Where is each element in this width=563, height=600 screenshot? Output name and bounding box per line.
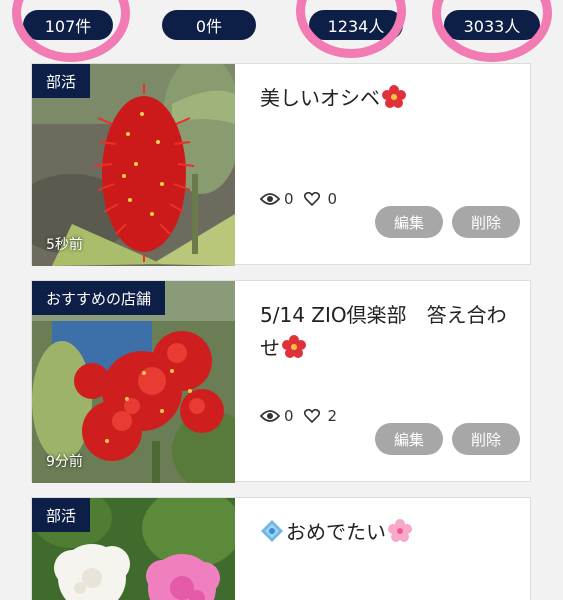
post-stats: 0 0 xyxy=(259,190,338,208)
category-tag: おすすめの店舗 xyxy=(32,281,166,315)
heart-icon[interactable] xyxy=(303,191,320,207)
delete-button[interactable]: 削除 xyxy=(452,206,520,238)
post-count-badge[interactable]: 107件 xyxy=(23,10,113,40)
eye-icon xyxy=(259,409,281,423)
diamond-with-dot-icon xyxy=(260,519,284,543)
member-count-badge[interactable]: 3033人 xyxy=(444,10,540,40)
zero-count-badge[interactable]: 0件 xyxy=(162,10,256,40)
heart-icon[interactable] xyxy=(303,408,320,424)
post-thumbnail[interactable]: 部活 5秒前 xyxy=(32,64,235,266)
view-count: 0 xyxy=(284,190,294,208)
post-card[interactable]: 部活 おめでたい xyxy=(31,497,531,600)
delete-button[interactable]: 削除 xyxy=(452,423,520,455)
post-title[interactable]: おめでたい xyxy=(260,516,516,549)
post-thumbnail[interactable]: おすすめの店舗 9分前 xyxy=(32,281,235,483)
edit-button[interactable]: 編集 xyxy=(375,206,443,238)
post-time: 9分前 xyxy=(46,454,83,470)
post-thumbnail[interactable]: 部活 xyxy=(32,498,235,600)
like-count: 0 xyxy=(327,190,338,208)
edit-button[interactable]: 編集 xyxy=(375,423,443,455)
stats-bar: 107件 0件 1234人 3033人 xyxy=(0,0,563,58)
hibiscus-icon xyxy=(382,85,406,109)
post-stats: 0 2 xyxy=(259,407,338,425)
user-count-badge[interactable]: 1234人 xyxy=(309,10,403,40)
post-card[interactable]: 部活 5秒前 美しいオシベ 0 0 編集 削除 xyxy=(31,63,531,266)
post-title[interactable]: 5/14 ZIO倶楽部 答え合わせ xyxy=(260,299,516,365)
like-count: 2 xyxy=(327,407,338,425)
post-card[interactable]: おすすめの店舗 9分前 5/14 ZIO倶楽部 答え合わせ 0 2 編集 削除 xyxy=(31,280,531,483)
post-time: 5秒前 xyxy=(46,237,83,253)
category-tag: 部活 xyxy=(32,498,91,532)
post-title[interactable]: 美しいオシベ xyxy=(260,82,516,115)
cherry-blossom-icon xyxy=(388,519,412,543)
category-tag: 部活 xyxy=(32,64,91,98)
hibiscus-icon xyxy=(282,335,306,359)
eye-icon xyxy=(259,192,281,206)
view-count: 0 xyxy=(284,407,294,425)
